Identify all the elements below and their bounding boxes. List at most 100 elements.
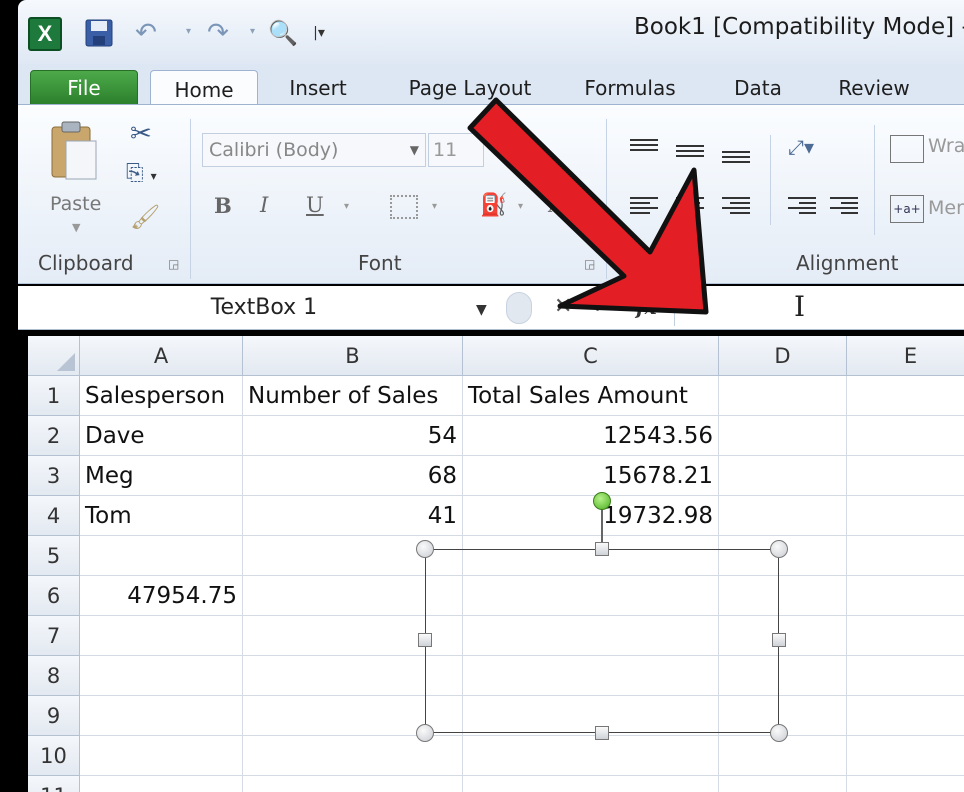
cut-icon[interactable]: ✂ bbox=[130, 119, 152, 149]
row-header[interactable]: 4 bbox=[28, 496, 80, 536]
row-header[interactable]: 11 bbox=[28, 776, 80, 792]
cell-b2[interactable]: 54 bbox=[243, 416, 463, 456]
resize-handle-right[interactable] bbox=[772, 633, 786, 647]
cell-a7[interactable] bbox=[80, 616, 243, 656]
align-top-icon[interactable] bbox=[630, 139, 658, 154]
tab-formulas[interactable]: Formulas bbox=[574, 70, 686, 106]
cell-a4[interactable]: Tom bbox=[80, 496, 243, 536]
excel-logo-icon[interactable]: X bbox=[28, 17, 62, 51]
cell-a9[interactable] bbox=[80, 696, 243, 736]
resize-handle-bottom-right[interactable] bbox=[770, 724, 788, 742]
resize-handle-bottom[interactable] bbox=[595, 726, 609, 740]
cell-a2[interactable]: Dave bbox=[80, 416, 243, 456]
font-launcher-icon[interactable]: ◲ bbox=[584, 257, 595, 271]
fill-color-icon[interactable]: ⛽ bbox=[480, 193, 507, 223]
cell-b3[interactable]: 68 bbox=[243, 456, 463, 496]
cell-e7[interactable] bbox=[847, 616, 964, 656]
cell-e9[interactable] bbox=[847, 696, 964, 736]
copy-icon[interactable]: ⎘ ▾ bbox=[126, 161, 178, 186]
cell-b10[interactable] bbox=[243, 736, 463, 776]
cell-e4[interactable] bbox=[847, 496, 964, 536]
cell-d2[interactable] bbox=[719, 416, 847, 456]
row-header[interactable]: 10 bbox=[28, 736, 80, 776]
customize-toolbar-icon[interactable]: |▾ bbox=[306, 14, 332, 52]
row-header[interactable]: 2 bbox=[28, 416, 80, 456]
cell-c4[interactable]: 19732.98 bbox=[463, 496, 719, 536]
cell-c10[interactable] bbox=[463, 736, 719, 776]
redo-icon[interactable]: ↷ bbox=[198, 14, 238, 52]
column-header-e[interactable]: E bbox=[847, 336, 964, 376]
cell-e3[interactable] bbox=[847, 456, 964, 496]
print-preview-icon[interactable]: 🔍 bbox=[266, 14, 300, 52]
resize-handle-top-left[interactable] bbox=[416, 540, 434, 558]
merge-center-icon[interactable]: +a+ bbox=[890, 195, 924, 223]
increase-indent-icon[interactable] bbox=[830, 197, 858, 217]
resize-handle-left[interactable] bbox=[418, 633, 432, 647]
row-header[interactable]: 9 bbox=[28, 696, 80, 736]
align-right-icon[interactable] bbox=[722, 197, 750, 217]
column-header-a[interactable]: A bbox=[80, 336, 243, 376]
font-color-button[interactable]: A bbox=[548, 193, 563, 223]
decrease-indent-icon[interactable] bbox=[788, 197, 816, 217]
cancel-icon[interactable]: ✕ bbox=[554, 294, 572, 319]
resize-handle-bottom-left[interactable] bbox=[416, 724, 434, 742]
column-header-c[interactable]: C bbox=[463, 336, 719, 376]
resize-handle-top[interactable] bbox=[595, 542, 609, 556]
rotate-handle[interactable] bbox=[593, 492, 611, 510]
cell-e1[interactable] bbox=[847, 376, 964, 416]
column-header-d[interactable]: D bbox=[719, 336, 847, 376]
wrap-text-button[interactable]: Wra bbox=[928, 135, 964, 157]
row-header[interactable]: 1 bbox=[28, 376, 80, 416]
borders-dropdown-icon[interactable]: ▾ bbox=[432, 201, 437, 212]
cell-e10[interactable] bbox=[847, 736, 964, 776]
name-box[interactable]: TextBox 1 bbox=[28, 290, 500, 326]
cell-c11[interactable] bbox=[463, 776, 719, 792]
borders-icon[interactable] bbox=[390, 195, 418, 219]
enter-icon[interactable]: ✓ bbox=[592, 294, 610, 319]
cell-a3[interactable]: Meg bbox=[80, 456, 243, 496]
font-size-select[interactable]: 11 bbox=[428, 133, 484, 167]
tab-review[interactable]: Review bbox=[826, 70, 922, 106]
bold-button[interactable]: B bbox=[214, 193, 232, 223]
paste-icon[interactable] bbox=[48, 119, 100, 183]
column-header-b[interactable]: B bbox=[243, 336, 463, 376]
cell-a8[interactable] bbox=[80, 656, 243, 696]
fill-color-dropdown-icon[interactable]: ▾ bbox=[518, 201, 523, 212]
save-icon[interactable] bbox=[82, 14, 116, 52]
format-painter-icon[interactable]: 🖌 bbox=[130, 203, 160, 231]
row-header[interactable]: 7 bbox=[28, 616, 80, 656]
cell-a6[interactable]: 47954.75 bbox=[80, 576, 243, 616]
paste-dropdown-icon[interactable]: ▼ bbox=[72, 221, 80, 234]
select-all-corner[interactable] bbox=[28, 336, 80, 376]
cell-e5[interactable] bbox=[847, 536, 964, 576]
align-center-icon[interactable] bbox=[676, 197, 704, 217]
cell-c2[interactable]: 12543.56 bbox=[463, 416, 719, 456]
underline-dropdown-icon[interactable]: ▾ bbox=[344, 201, 349, 212]
cell-d4[interactable] bbox=[719, 496, 847, 536]
cell-a10[interactable] bbox=[80, 736, 243, 776]
cell-e2[interactable] bbox=[847, 416, 964, 456]
cell-c3[interactable]: 15678.21 bbox=[463, 456, 719, 496]
underline-button[interactable]: U bbox=[306, 193, 324, 223]
insert-function-button[interactable]: fx bbox=[636, 295, 657, 319]
formula-input[interactable] bbox=[674, 290, 964, 326]
row-header[interactable]: 3 bbox=[28, 456, 80, 496]
cell-d10[interactable] bbox=[719, 736, 847, 776]
tab-file[interactable]: File bbox=[30, 70, 138, 106]
orientation-icon[interactable]: ⤢▾ bbox=[788, 135, 814, 159]
cell-d11[interactable] bbox=[719, 776, 847, 792]
align-middle-icon[interactable] bbox=[676, 145, 704, 160]
cell-a5[interactable] bbox=[80, 536, 243, 576]
row-header[interactable]: 6 bbox=[28, 576, 80, 616]
chevron-down-icon[interactable]: ▼ bbox=[476, 302, 487, 318]
cell-e11[interactable] bbox=[847, 776, 964, 792]
undo-dropdown-icon[interactable]: ▾ bbox=[186, 26, 191, 37]
paste-button[interactable]: Paste bbox=[50, 193, 101, 215]
align-left-icon[interactable] bbox=[630, 197, 658, 217]
cell-a11[interactable] bbox=[80, 776, 243, 792]
cell-b4[interactable]: 41 bbox=[243, 496, 463, 536]
font-name-select[interactable]: Calibri (Body) ▼ bbox=[202, 133, 426, 167]
cell-b1[interactable]: Number of Sales bbox=[243, 376, 463, 416]
tab-page-layout[interactable]: Page Layout bbox=[390, 70, 550, 106]
formula-bar-splitter[interactable] bbox=[506, 292, 532, 324]
